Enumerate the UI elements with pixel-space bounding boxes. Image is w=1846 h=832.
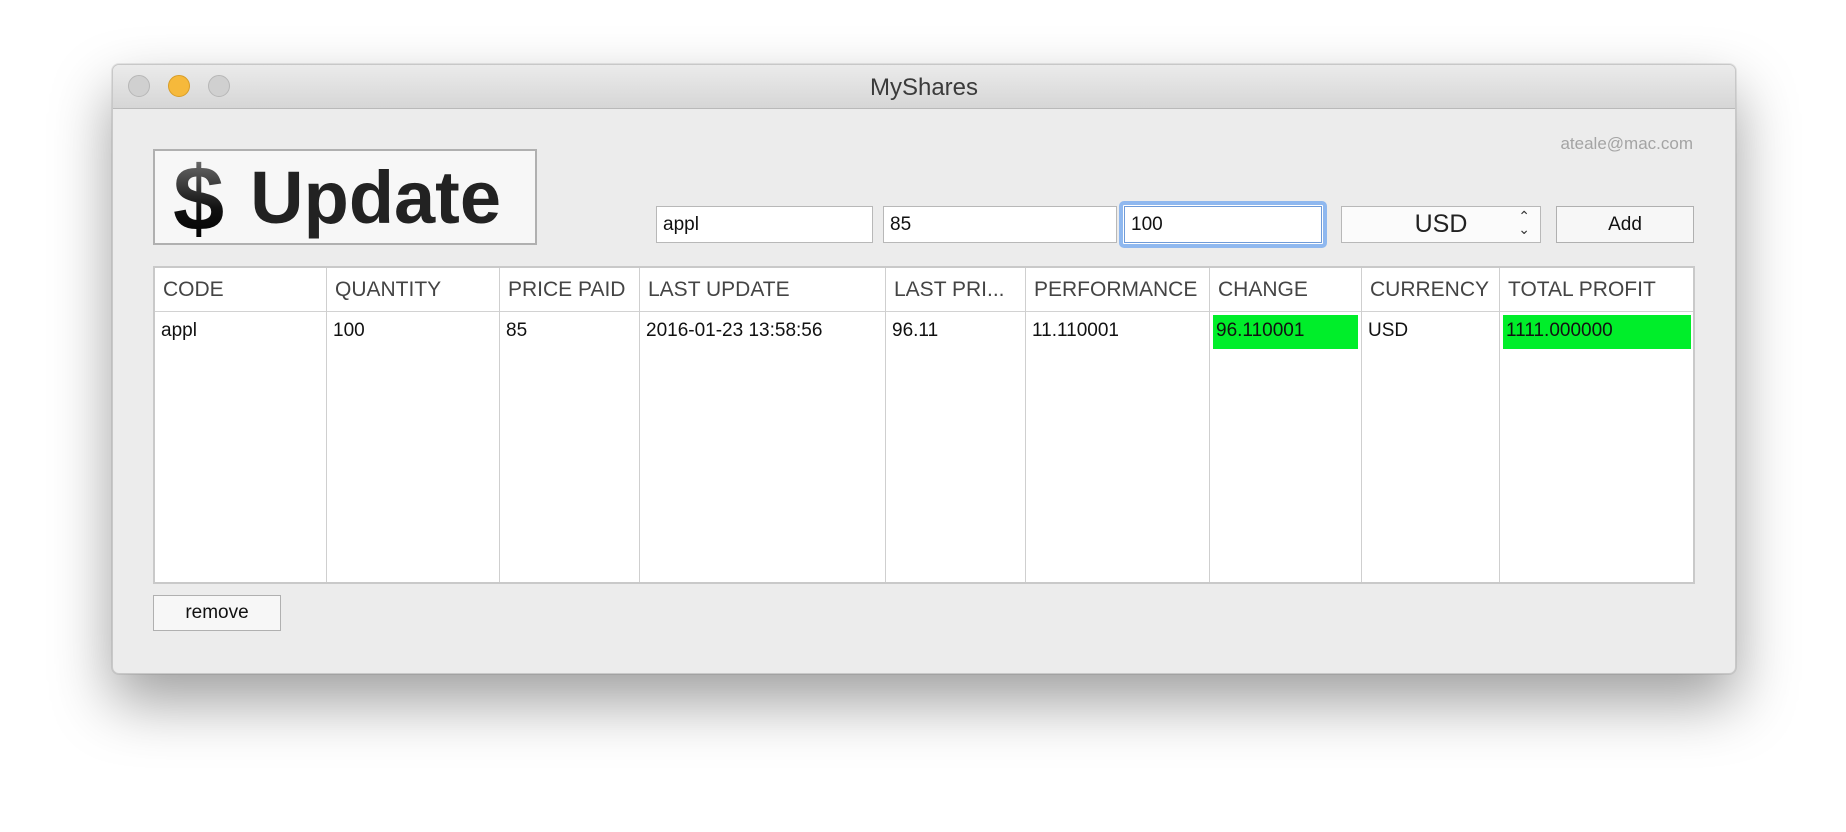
cell-price-paid: 85 (506, 320, 528, 341)
shares-table[interactable]: CODE appl QUANTITY 100 PRICE PAID 85 LAS… (153, 266, 1695, 584)
app-window: MyShares ateale@mac.com $ Update USD ⌃⌄ … (112, 64, 1736, 674)
title-bar: MyShares (113, 65, 1735, 109)
cell-performance: 11.110001 (1032, 320, 1119, 341)
chevron-up-down-icon: ⌃ ⌄ (1518, 208, 1530, 237)
column-price-paid: PRICE PAID 85 (500, 268, 640, 582)
account-email: ateale@mac.com (1560, 134, 1693, 153)
column-total-profit: TOTAL PROFIT 1111.000000 (1500, 268, 1693, 582)
cell-last-update: 2016-01-23 13:58:56 (646, 320, 823, 341)
window-title: MyShares (869, 74, 979, 101)
column-header-performance[interactable]: PERFORMANCE (1034, 278, 1197, 302)
currency-select-value: USD (1414, 210, 1468, 238)
update-button[interactable]: $ Update (153, 149, 537, 245)
cell-code: appl (161, 320, 197, 341)
quantity-input[interactable] (1124, 206, 1322, 243)
currency-select[interactable]: USD ⌃ ⌄ (1341, 206, 1541, 243)
code-input[interactable] (656, 206, 873, 243)
column-code: CODE appl (155, 268, 327, 582)
cell-currency: USD (1368, 320, 1409, 341)
column-header-quantity[interactable]: QUANTITY (335, 278, 441, 302)
column-header-price-paid[interactable]: PRICE PAID (508, 278, 625, 302)
price-input[interactable] (883, 206, 1117, 243)
column-header-currency[interactable]: CURRENCY (1370, 278, 1489, 302)
column-header-change[interactable]: CHANGE (1218, 278, 1308, 302)
cell-total-profit: 1111.000000 (1506, 320, 1613, 341)
column-performance: PERFORMANCE 11.110001 (1026, 268, 1210, 582)
quantity-input-focus-ring (1119, 201, 1327, 248)
add-button[interactable]: Add (1556, 206, 1694, 243)
column-quantity: QUANTITY 100 (327, 268, 500, 582)
column-header-code[interactable]: CODE (163, 278, 224, 302)
column-currency: CURRENCY USD (1362, 268, 1500, 582)
dollar-icon: $ (173, 148, 225, 250)
column-last-update: LAST UPDATE 2016-01-23 13:58:56 (640, 268, 886, 582)
column-header-last-price[interactable]: LAST PRI... (894, 278, 1005, 302)
remove-button[interactable]: remove (153, 595, 281, 631)
column-header-last-update[interactable]: LAST UPDATE (648, 278, 790, 302)
cell-quantity: 100 (333, 320, 365, 341)
cell-change: 96.110001 (1216, 320, 1305, 341)
column-last-price: LAST PRI... 96.11 (886, 268, 1026, 582)
column-change: CHANGE 96.110001 (1210, 268, 1362, 582)
cell-last-price: 96.11 (892, 320, 939, 341)
column-header-total-profit[interactable]: TOTAL PROFIT (1508, 278, 1656, 302)
update-button-label: Update (250, 155, 501, 239)
